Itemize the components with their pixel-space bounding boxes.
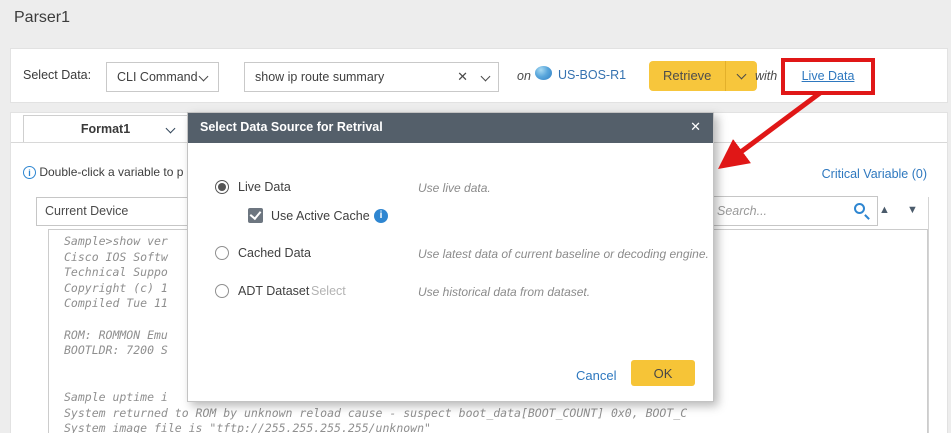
search-icon[interactable] (854, 203, 865, 214)
router-device-icon (535, 66, 552, 80)
info-icon[interactable]: i (374, 209, 388, 223)
page-title: Parser1 (14, 9, 70, 27)
clear-icon[interactable]: ✕ (457, 63, 468, 91)
close-icon[interactable]: ✕ (690, 119, 701, 135)
with-label: with (755, 69, 777, 83)
live-data-highlight-box: Live Data (781, 58, 875, 95)
search-next-button[interactable]: ▼ (907, 204, 918, 216)
current-device-value: Current Device (45, 204, 128, 218)
select-data-label: Select Data: (23, 68, 91, 82)
info-icon: i (23, 166, 36, 179)
search-prev-button[interactable]: ▲ (879, 204, 890, 216)
radio-live-data[interactable] (215, 180, 229, 194)
chevron-down-icon (737, 70, 747, 80)
dialog-title: Select Data Source for Retrival (200, 120, 383, 134)
panel-divider (928, 197, 929, 433)
data-type-dropdown[interactable]: CLI Command (106, 62, 219, 92)
cancel-button[interactable]: Cancel (576, 368, 616, 383)
chevron-down-icon[interactable] (481, 72, 491, 82)
cached-data-option-desc: Use latest data of current baseline or d… (418, 247, 709, 261)
hint-row: i Double-click a variable to p (23, 165, 183, 179)
adt-dataset-option-label[interactable]: ADT Dataset (238, 284, 309, 298)
on-label: on (517, 69, 531, 83)
cached-data-option-label[interactable]: Cached Data (238, 246, 311, 260)
tab-format1-label: Format1 (81, 122, 130, 136)
adt-dataset-option-desc: Use historical data from dataset. (418, 285, 590, 299)
live-data-option-label[interactable]: Live Data (238, 180, 291, 194)
retrieve-toolbar: Select Data: CLI Command show ip route s… (10, 48, 948, 103)
radio-cached-data[interactable] (215, 246, 229, 260)
tab-format1[interactable]: Format1 (23, 115, 188, 143)
live-data-link[interactable]: Live Data (802, 69, 855, 83)
use-active-cache-checkbox[interactable] (248, 208, 263, 223)
retrieve-split-button[interactable]: Retrieve (649, 61, 757, 91)
select-data-source-dialog: Select Data Source for Retrival ✕ Live D… (187, 112, 714, 402)
chevron-down-icon (166, 124, 176, 134)
critical-variable-link[interactable]: Critical Variable (0) (822, 167, 927, 181)
retrieve-dropdown-toggle[interactable] (726, 61, 757, 91)
live-data-option-desc: Use live data. (418, 181, 491, 195)
data-type-value: CLI Command (117, 70, 198, 84)
search-placeholder: Search... (717, 204, 767, 218)
use-active-cache-label[interactable]: Use Active Cache (271, 209, 370, 223)
adt-select-link[interactable]: Select (311, 284, 346, 298)
ok-button[interactable]: OK (631, 360, 695, 386)
retrieve-button-label[interactable]: Retrieve (649, 61, 725, 91)
command-value: show ip route summary (255, 70, 384, 84)
chevron-down-icon (199, 72, 209, 82)
dialog-header[interactable]: Select Data Source for Retrival ✕ (188, 113, 713, 143)
device-name-link[interactable]: US-BOS-R1 (558, 68, 626, 82)
radio-adt-dataset[interactable] (215, 284, 229, 298)
command-combobox[interactable]: show ip route summary ✕ (244, 62, 499, 92)
hint-text: Double-click a variable to p (39, 165, 183, 179)
